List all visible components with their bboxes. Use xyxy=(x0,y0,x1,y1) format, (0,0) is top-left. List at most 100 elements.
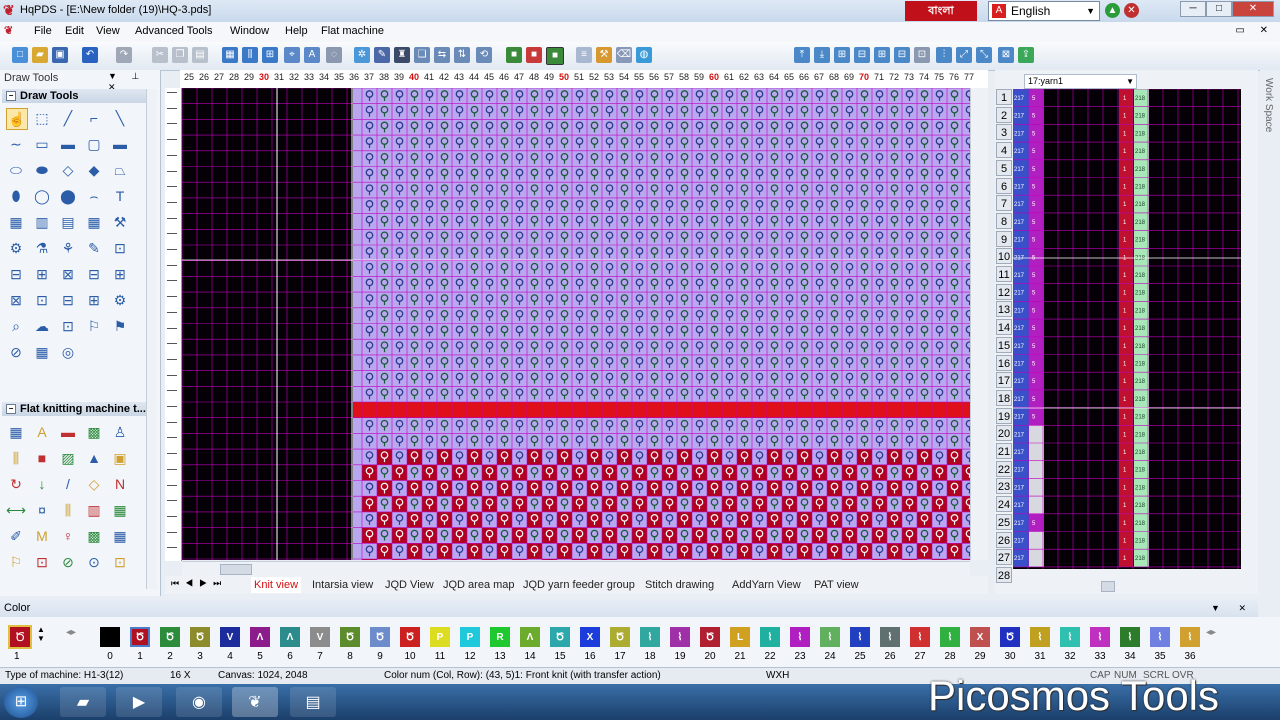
new-file-icon[interactable]: □ xyxy=(12,47,28,63)
draw-tool-36-icon[interactable]: ⊠ xyxy=(6,290,26,310)
palette-color-22[interactable]: ⌇ xyxy=(760,627,780,647)
draw-tool-17-icon[interactable]: ◯ xyxy=(32,186,52,206)
machine-tool-11-icon[interactable]: ↻ xyxy=(6,474,26,494)
palette-color-32[interactable]: ⌇ xyxy=(1060,627,1080,647)
draw-tool-40-icon[interactable]: ⚙ xyxy=(110,290,130,310)
start-button[interactable]: ⊞ xyxy=(4,686,38,718)
tab-jqd-area-map[interactable]: JQD area map xyxy=(443,577,515,593)
machine-tool-6-icon[interactable]: ⫼ xyxy=(6,448,26,468)
lock-icon[interactable]: ⊡ xyxy=(914,47,930,63)
draw-tool-18-icon[interactable]: ⬤ xyxy=(58,186,78,206)
yarn-row-number[interactable]: 13 xyxy=(996,301,1012,318)
draw-tool-42-icon[interactable]: ☁ xyxy=(32,316,52,336)
palette-scroll-left[interactable]: ◂▸ xyxy=(66,627,76,638)
tab-nav-arrows[interactable]: ⏮◀▶⏭ xyxy=(171,578,227,589)
knit-view-canvas[interactable] xyxy=(182,88,970,560)
yarn-row-number[interactable]: 12 xyxy=(996,283,1012,300)
tab-jqd-view[interactable]: JQD View xyxy=(385,577,434,593)
machine-tool-12-icon[interactable]: ↓ xyxy=(32,474,52,494)
cut-icon[interactable]: ✂ xyxy=(152,47,168,63)
draw-tool-7-icon[interactable]: ▭ xyxy=(32,134,52,154)
palette-color-19[interactable]: ⌇ xyxy=(670,627,690,647)
undo-icon[interactable]: ↶ xyxy=(82,47,98,63)
draw-tool-35-icon[interactable]: ⊞ xyxy=(110,264,130,284)
yarn-grid[interactable]: 217 5 1 218 217 5 1 218 217 5 1 218 217 5 1 218 217 5 1 218… xyxy=(1013,89,1241,569)
color-swap-icon[interactable]: ■ xyxy=(526,47,542,63)
palette-color-23[interactable]: ⌇ xyxy=(790,627,810,647)
palette-color-3[interactable]: Ծ xyxy=(190,627,210,647)
palette-color-34[interactable]: ⌇ xyxy=(1120,627,1140,647)
tab-intarsia-view[interactable]: Intarsia view xyxy=(312,577,373,593)
machine-tool-21-icon[interactable]: ✐ xyxy=(6,526,26,546)
palette-color-25[interactable]: ⌇ xyxy=(850,627,870,647)
draw-tool-12-icon[interactable]: ⬬ xyxy=(32,160,52,180)
draw-tool-33-icon[interactable]: ⊠ xyxy=(58,264,78,284)
machine-tool-17-icon[interactable]: ¤ xyxy=(32,500,52,520)
palette-color-17[interactable]: Ծ xyxy=(610,627,630,647)
delete-col-icon[interactable]: ⊟ xyxy=(894,47,910,63)
yarn-row-number[interactable]: 1 xyxy=(996,89,1012,105)
pen-icon[interactable]: ✎ xyxy=(374,47,390,63)
palette-color-16[interactable]: X xyxy=(580,627,600,647)
yarn-row-number[interactable]: 6 xyxy=(996,177,1012,194)
draw-tool-16-icon[interactable]: ⬮ xyxy=(6,186,26,206)
scroll-thumb[interactable] xyxy=(1101,581,1115,592)
machine-tool-10-icon[interactable]: ▣ xyxy=(110,448,130,468)
ime-options-icon[interactable]: ▲ xyxy=(1105,3,1120,18)
current-color-swatch[interactable]: Ծ xyxy=(8,625,32,649)
draw-tool-32-icon[interactable]: ⊞ xyxy=(32,264,52,284)
text-icon[interactable]: A xyxy=(304,47,320,63)
draw-tool-22-icon[interactable]: ▥ xyxy=(32,212,52,232)
palette-color-10[interactable]: Ծ xyxy=(400,627,420,647)
machine-tool-27-icon[interactable]: ⊡ xyxy=(32,552,52,572)
draw-tool-1-icon[interactable]: ☝ xyxy=(6,108,28,130)
yarn-row-number[interactable]: 14 xyxy=(996,319,1012,336)
color-stepper[interactable]: ▲ ▼ xyxy=(37,625,45,643)
color-replace-icon[interactable]: ■ xyxy=(506,47,522,63)
menu-window[interactable]: Window xyxy=(230,25,269,37)
palette-color-15[interactable]: Ծ xyxy=(550,627,570,647)
copy-icon[interactable]: ❐ xyxy=(172,47,188,63)
scroll-thumb[interactable] xyxy=(220,564,252,575)
select-icon[interactable]: ⌖ xyxy=(284,47,300,63)
yarn-row-number[interactable]: 25 xyxy=(996,513,1012,530)
yarn-row-number[interactable]: 2 xyxy=(996,106,1012,123)
machine-tool-5-icon[interactable]: ♙ xyxy=(110,422,130,442)
mirror-icon[interactable]: ⇆ xyxy=(434,47,450,63)
redo-icon[interactable]: ↷ xyxy=(116,47,132,63)
draw-tool-10-icon[interactable]: ▬ xyxy=(110,134,130,154)
yarn-row-number[interactable]: 27 xyxy=(996,549,1012,566)
yarn-row-number[interactable]: 28 xyxy=(996,566,1012,583)
yarn-row-number[interactable]: 15 xyxy=(996,336,1012,353)
machine-tool-20-icon[interactable]: ▦ xyxy=(110,500,130,520)
machine-tool-16-icon[interactable]: ⟷ xyxy=(6,500,26,520)
palette-color-33[interactable]: ⌇ xyxy=(1090,627,1110,647)
machine-tool-23-icon[interactable]: ♀ xyxy=(58,526,78,546)
palette-scroll-right[interactable]: ◂▸ xyxy=(1206,627,1216,638)
machine-tool-29-icon[interactable]: ⊙ xyxy=(84,552,104,572)
draw-tool-38-icon[interactable]: ⊟ xyxy=(58,290,78,310)
draw-tool-29-icon[interactable]: ✎ xyxy=(84,238,104,258)
machine-tool-15-icon[interactable]: N xyxy=(110,474,130,494)
palette-color-28[interactable]: ⌇ xyxy=(940,627,960,647)
palette-color-27[interactable]: ⌇ xyxy=(910,627,930,647)
menu-file[interactable]: File xyxy=(34,25,52,37)
palette-color-8[interactable]: Ծ xyxy=(340,627,360,647)
draw-tool-15-icon[interactable]: ⏢ xyxy=(110,160,130,180)
tab-pat-view[interactable]: PAT view xyxy=(814,577,859,593)
yarn-row-number[interactable]: 22 xyxy=(996,460,1012,477)
machine-tool-14-icon[interactable]: ◇ xyxy=(84,474,104,494)
palette-color-26[interactable]: ⌇ xyxy=(880,627,900,647)
panel-scrollbar[interactable] xyxy=(146,89,157,589)
tab-jqd-yarn-feeder-group[interactable]: JQD yarn feeder group xyxy=(523,577,635,593)
delete-row-icon[interactable]: ⊟ xyxy=(854,47,870,63)
palette-color-4[interactable]: V xyxy=(220,627,240,647)
machine-tool-24-icon[interactable]: ▩ xyxy=(84,526,104,546)
draw-tool-24-icon[interactable]: ▦ xyxy=(84,212,104,232)
draw-tool-27-icon[interactable]: ⚗ xyxy=(32,238,52,258)
machine-tool-18-icon[interactable]: ⫼ xyxy=(58,500,78,520)
draw-tool-47-icon[interactable]: ▦ xyxy=(32,342,52,362)
draw-tool-43-icon[interactable]: ⊡ xyxy=(58,316,78,336)
draw-tool-2-icon[interactable]: ⬚ xyxy=(32,108,52,128)
machine-tool-2-icon[interactable]: A xyxy=(32,422,52,442)
